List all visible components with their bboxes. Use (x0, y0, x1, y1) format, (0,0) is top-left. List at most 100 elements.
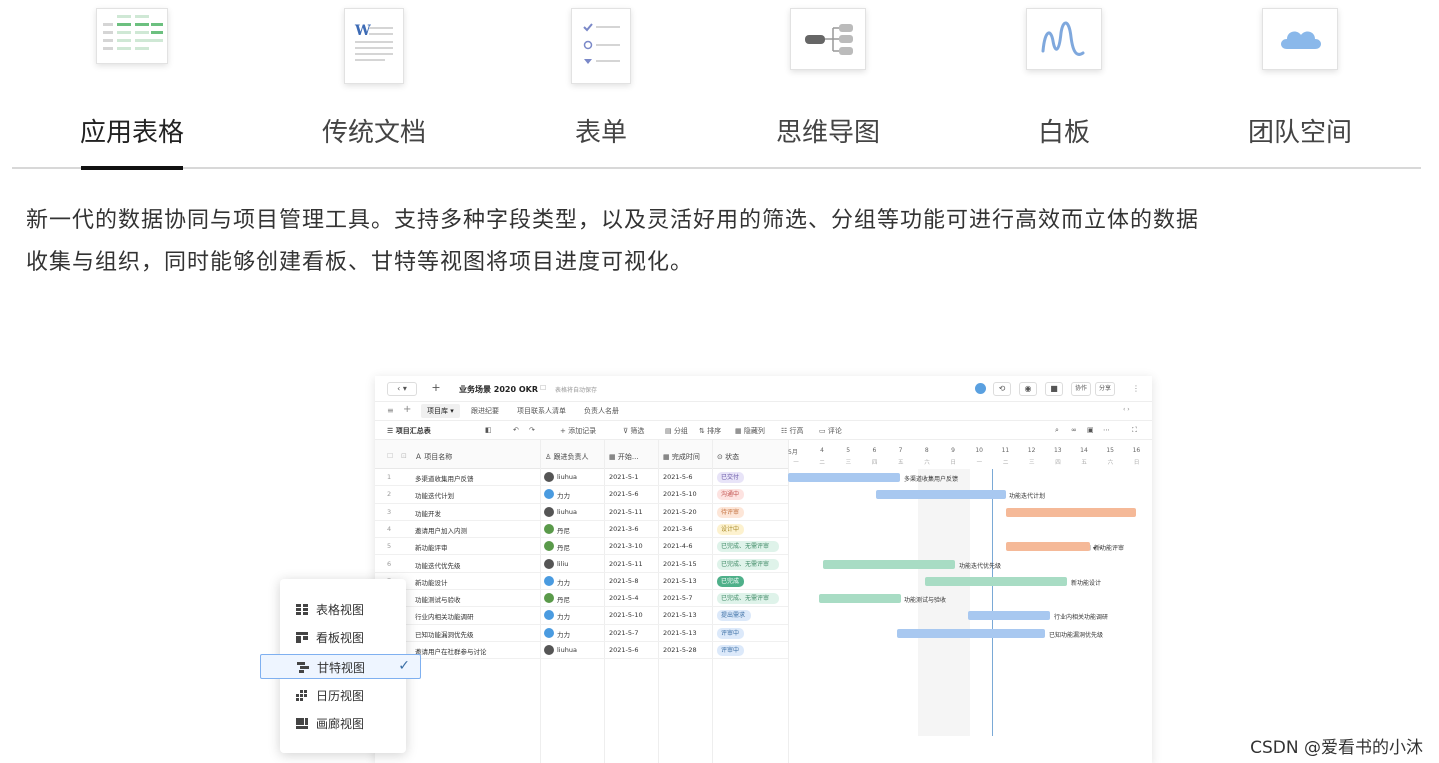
end-date[interactable]: 2021-5-6 (663, 473, 693, 481)
expand-icon[interactable]: ⛶ (1132, 426, 1137, 435)
status-badge[interactable]: 已完成、无需评审 (717, 593, 779, 605)
project-name[interactable]: 功能测试与验收 (415, 594, 461, 604)
menu-item-gallery-view[interactable]: 画廊视图 (280, 711, 406, 736)
start-date[interactable]: 2021-3-6 (609, 525, 639, 533)
tab-view-2[interactable]: 项目联系人清单 (517, 406, 566, 416)
menu-item-grid-view[interactable]: 表格视图 (280, 597, 406, 622)
start-date[interactable]: 2021-3-10 (609, 542, 643, 550)
menu-item-gantt-view[interactable]: 甘特视图 ✓ (260, 654, 421, 679)
end-date[interactable]: 2021-4-6 (663, 542, 693, 550)
more-icon[interactable]: ⋮ (1132, 384, 1140, 393)
table-row[interactable]: 3 功能开发 liuhua 2021-5-11 2021-5-20 待评审 (375, 504, 788, 521)
column-header-name[interactable]: Ａ 项目名称 (415, 452, 452, 462)
end-date[interactable]: 2021-5-28 (663, 646, 697, 654)
tab-team-space[interactable]: 团队空间 (1200, 0, 1400, 170)
redo-icon[interactable]: ↷ (529, 426, 535, 434)
start-date[interactable]: 2021-5-1 (609, 473, 639, 481)
status-badge[interactable]: 已交付 (717, 472, 744, 483)
tab-view-1[interactable]: 跟进纪要 (471, 406, 499, 416)
gantt-bar[interactable] (1006, 542, 1090, 552)
share-button[interactable]: 分享 (1095, 382, 1115, 396)
end-date[interactable]: 2021-5-13 (663, 577, 697, 585)
menu-item-kanban-view[interactable]: 看板视图 (280, 625, 406, 650)
comment-button[interactable]: ▭ 评论 (819, 426, 842, 436)
end-date[interactable]: 2021-5-10 (663, 490, 697, 498)
table-row[interactable]: 6 功能迭代优先级 liliu 2021-5-11 2021-5-15 已完成、无需评审 (375, 556, 788, 573)
avatar[interactable] (975, 383, 986, 394)
status-badge[interactable]: 提出需求 (717, 610, 751, 622)
start-date[interactable]: 2021-5-4 (609, 594, 639, 602)
project-name[interactable]: 新功能评审 (415, 542, 448, 552)
menu-item-calendar-view[interactable]: 日历视图 (280, 683, 406, 708)
table-row[interactable]: 8功能测试与验收丹尼2021-5-42021-5-7已完成、无需评审 (375, 590, 788, 608)
status-badge[interactable]: 已完成、无需评审 (717, 558, 779, 570)
column-header-owner[interactable]: ♙ 跟进负责人 (545, 452, 589, 462)
project-name[interactable]: 新功能设计 (415, 577, 448, 587)
table-row[interactable]: 1 多渠道收集用户反馈 liuhua 2021-5-1 2021-5-6 已交付 (375, 469, 788, 487)
owner-name[interactable]: liliu (557, 560, 568, 568)
tab-whiteboard[interactable]: 白板 (964, 0, 1164, 170)
list-icon[interactable]: ≡ (387, 406, 394, 415)
video-icon[interactable]: ■ (1045, 382, 1063, 396)
gantt-bar[interactable] (876, 490, 1006, 500)
panel-icon[interactable]: ◧ (485, 426, 492, 434)
table-row[interactable]: 11邀请用户在社群参与讨论liuhua2021-5-62021-5-28评审中 (375, 642, 788, 660)
end-date[interactable]: 2021-5-13 (663, 629, 697, 637)
tab-mindmap[interactable]: 思维导图 (728, 0, 928, 170)
project-name[interactable]: 多渠道收集用户反馈 (415, 473, 474, 483)
sort-button[interactable]: ⇅ 排序 (699, 426, 721, 436)
collab-button[interactable]: 协作 (1071, 382, 1091, 396)
status-badge[interactable]: 已完成、无需评审 (717, 541, 779, 553)
end-date[interactable]: 2021-5-20 (663, 508, 697, 516)
project-name[interactable]: 功能开发 (415, 508, 441, 518)
owner-name[interactable]: 力力 (557, 611, 570, 621)
status-badge[interactable]: 设计中 (717, 523, 744, 535)
column-header-status[interactable]: ⊙ 状态 (717, 452, 739, 462)
row-height-button[interactable]: ☷ 行高 (781, 426, 804, 436)
add-icon[interactable]: + (429, 382, 443, 396)
gantt-bar[interactable] (968, 611, 1050, 621)
end-date[interactable]: 2021-3-6 (663, 525, 693, 533)
end-date[interactable]: 2021-5-15 (663, 560, 697, 568)
table-name[interactable]: ☰ 项目汇总表 (387, 426, 431, 436)
start-date[interactable]: 2021-5-6 (609, 490, 639, 498)
start-date[interactable]: 2021-5-8 (609, 577, 639, 585)
gantt-bar[interactable] (823, 559, 955, 569)
column-header-end[interactable]: ▦ 完成时间 (663, 452, 700, 462)
status-badge[interactable]: 待评审 (717, 506, 744, 518)
owner-name[interactable]: 丹尼 (557, 594, 570, 604)
column-header-start[interactable]: ▦ 开始... (609, 452, 639, 462)
owner-name[interactable]: 力力 (557, 629, 570, 639)
select-all-checkbox[interactable]: ☐ (387, 452, 393, 460)
table-row[interactable]: 4 邀请用户加入内测 丹尼 2021-3-6 2021-3-6 设计中 (375, 521, 788, 539)
tab-view-0[interactable]: 项目库 ▾ (421, 404, 460, 418)
search-icon[interactable]: ⌕ (1055, 426, 1059, 435)
save-icon[interactable]: ▣ (1087, 426, 1094, 434)
tab-document[interactable]: W 传统文档 (274, 0, 474, 170)
tab-spreadsheet[interactable]: 应用表格 (32, 0, 232, 170)
history-icon[interactable]: ⟲ (993, 382, 1011, 396)
start-date[interactable]: 2021-5-7 (609, 629, 639, 637)
present-icon[interactable]: ◉ (1019, 382, 1037, 396)
status-badge[interactable]: 评审中 (717, 645, 744, 656)
project-name[interactable]: 行业内相关功能调研 (415, 611, 474, 621)
add-view-icon[interactable]: + (403, 404, 411, 415)
status-badge[interactable]: 评审中 (717, 627, 744, 639)
project-name[interactable]: 功能迭代计划 (415, 490, 454, 500)
owner-name[interactable]: 力力 (557, 490, 570, 500)
gantt-bar[interactable] (788, 473, 900, 482)
bookmark-icon[interactable]: ☐ (540, 384, 546, 392)
table-row[interactable]: 5 新功能评审 丹尼 2021-3-10 2021-4-6 已完成、无需评审 (375, 538, 788, 556)
status-badge[interactable]: 已完成 (717, 575, 744, 587)
start-date[interactable]: 2021-5-11 (609, 508, 643, 516)
start-date[interactable]: 2021-5-6 (609, 646, 639, 654)
gantt-bar[interactable] (819, 594, 901, 604)
owner-name[interactable]: 丹尼 (557, 542, 570, 552)
owner-name[interactable]: liuhua (557, 508, 577, 516)
end-date[interactable]: 2021-5-13 (663, 611, 697, 619)
project-name[interactable]: 功能迭代优先级 (415, 560, 461, 570)
tab-view-3[interactable]: 负责人名册 (584, 406, 619, 416)
filter-button[interactable]: ⊽ 筛选 (623, 426, 644, 436)
owner-name[interactable]: 丹尼 (557, 525, 570, 535)
group-button[interactable]: ▤ 分组 (665, 426, 688, 436)
